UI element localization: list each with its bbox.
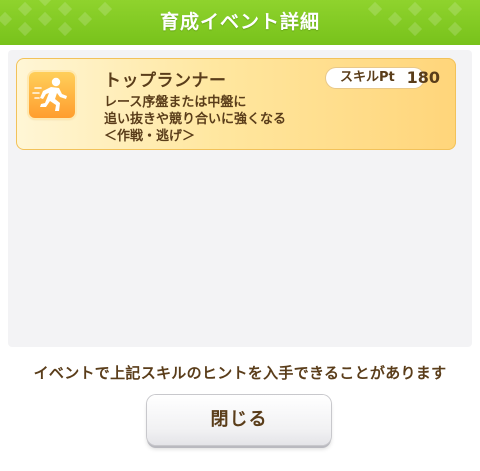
skill-description-line: 追い抜きや競り合いに強くなる <box>104 112 287 127</box>
dialog-title: 育成イベント詳細 <box>159 11 320 33</box>
skill-pt-value: 180 <box>406 68 440 87</box>
skill-description-line: ＜作戦・逃げ＞ <box>104 129 196 144</box>
running-figure-icon <box>32 77 67 111</box>
skill-pt-label: スキルPt <box>340 70 395 85</box>
skill-icon <box>29 72 75 118</box>
skill-description-line: レース序盤または中盤に <box>104 95 247 110</box>
skill-description: レース序盤または中盤に 追い抜きや競り合いに強くなる ＜作戦・逃げ＞ <box>104 94 286 145</box>
close-button[interactable]: 閉じる <box>147 395 331 445</box>
event-detail-dialog: 育成イベント詳細 トップランナー スキルPt 180 レース序盤または中盤に 追… <box>0 0 480 471</box>
skill-card[interactable]: トップランナー スキルPt 180 レース序盤または中盤に 追い抜きや競り合いに… <box>16 58 456 150</box>
hint-message: イベントで上記スキルのヒントを入手できることがあります <box>33 364 447 382</box>
dialog-header: 育成イベント詳細 <box>0 0 480 45</box>
skill-name: トップランナー <box>104 71 227 91</box>
